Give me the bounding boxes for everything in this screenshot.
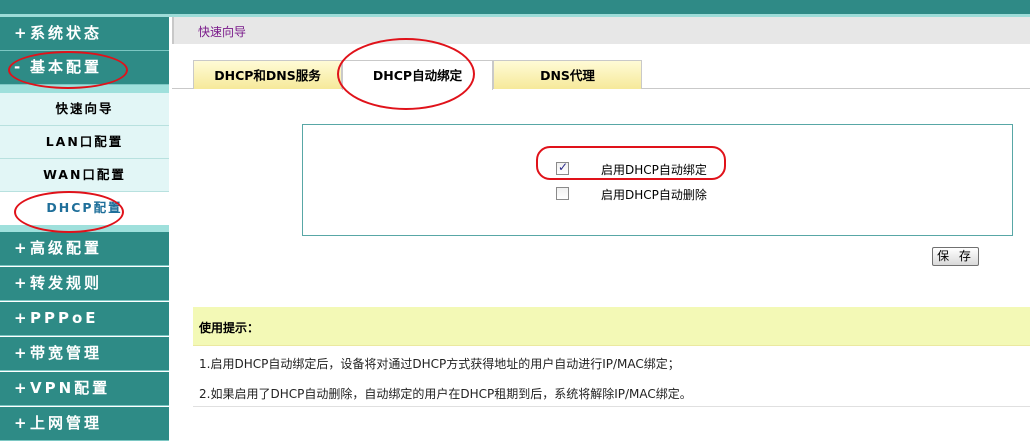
sidebar-group-label: 上网管理 — [30, 414, 103, 432]
tab-dhcp-auto-bind[interactable]: DHCP自动绑定 — [342, 60, 493, 90]
sidebar: + 系统状态 - 基本配置 快速向导 LAN口配置 WAN口配置 DHCP配置 + 高… — [0, 17, 169, 448]
sidebar-item-quick-wizard[interactable]: 快速向导 — [0, 93, 169, 126]
checkmark-icon: ✓ — [558, 160, 569, 174]
sidebar-group-basic-config[interactable]: - 基本配置 — [0, 51, 169, 85]
expand-icon: + — [14, 274, 27, 292]
auto-delete-checkbox[interactable] — [556, 187, 569, 200]
sidebar-group-label: 系统状态 — [30, 24, 103, 42]
tab-label: DHCP自动绑定 — [372, 68, 463, 83]
sidebar-group-internet-management[interactable]: + 上网管理 — [0, 407, 169, 441]
sidebar-item-label: DHCP配置 — [46, 200, 123, 215]
sidebar-item-label: LAN口配置 — [45, 134, 124, 149]
sidebar-item-label: 快速向导 — [55, 101, 114, 116]
auto-bind-label: 启用DHCP自动绑定 — [601, 163, 707, 177]
sidebar-group-label: 带宽管理 — [30, 344, 103, 362]
sidebar-group-label: PPPoE — [30, 309, 99, 327]
sidebar-group-forwarding-rules[interactable]: + 转发规则 — [0, 267, 169, 301]
sidebar-group-bandwidth[interactable]: + 带宽管理 — [0, 337, 169, 371]
tab-label: DNS代理 — [540, 68, 595, 83]
expand-icon: + — [14, 24, 27, 42]
sidebar-group-system-status[interactable]: + 系统状态 — [0, 17, 169, 51]
sidebar-group-label: VPN配置 — [30, 379, 111, 397]
tip-line: 1.启用DHCP自动绑定后，设备将对通过DHCP方式获得地址的用户自动进行IP/… — [199, 357, 680, 371]
sidebar-group-advanced-config[interactable]: + 高级配置 — [0, 232, 169, 266]
sidebar-group-pppoe[interactable]: + PPPoE — [0, 302, 169, 336]
sidebar-group-label: 基本配置 — [30, 58, 103, 76]
tab-label: DHCP和DNS服务 — [214, 68, 321, 83]
expand-icon: + — [14, 379, 27, 397]
tip-line: 2.如果启用了DHCP自动删除，自动绑定的用户在DHCP租期到后，系统将解除IP… — [199, 387, 692, 401]
settings-panel — [302, 124, 1013, 236]
submenu-divider — [0, 85, 169, 93]
tips-title: 使用提示： — [199, 321, 260, 335]
tips-header: 使用提示： — [193, 307, 1030, 345]
expand-icon: + — [14, 239, 27, 257]
save-button[interactable]: 保 存 — [932, 247, 979, 266]
expand-icon: + — [14, 414, 27, 432]
auto-delete-label: 启用DHCP自动删除 — [601, 188, 707, 202]
sidebar-item-label: WAN口配置 — [43, 167, 126, 182]
expand-icon: + — [14, 344, 27, 362]
breadcrumb[interactable]: 快速向导 — [198, 23, 246, 40]
sidebar-item-dhcp-config[interactable]: DHCP配置 — [0, 192, 169, 225]
breadcrumb-bar: 快速向导 — [172, 17, 1030, 44]
sidebar-item-lan-config[interactable]: LAN口配置 — [0, 126, 169, 159]
tab-dns-proxy[interactable]: DNS代理 — [493, 60, 642, 89]
tab-dhcp-dns-service[interactable]: DHCP和DNS服务 — [193, 60, 342, 89]
sidebar-item-wan-config[interactable]: WAN口配置 — [0, 159, 169, 192]
auto-bind-checkbox[interactable]: ✓ — [556, 160, 569, 175]
top-banner — [0, 0, 1030, 14]
sidebar-group-label: 高级配置 — [30, 239, 103, 257]
sidebar-group-label: 转发规则 — [30, 274, 103, 292]
tips-body: 1.启用DHCP自动绑定后，设备将对通过DHCP方式获得地址的用户自动进行IP/… — [193, 345, 1030, 407]
sidebar-group-vpn-config[interactable]: + VPN配置 — [0, 372, 169, 406]
collapse-icon: - — [14, 58, 21, 76]
expand-icon: + — [14, 309, 27, 327]
